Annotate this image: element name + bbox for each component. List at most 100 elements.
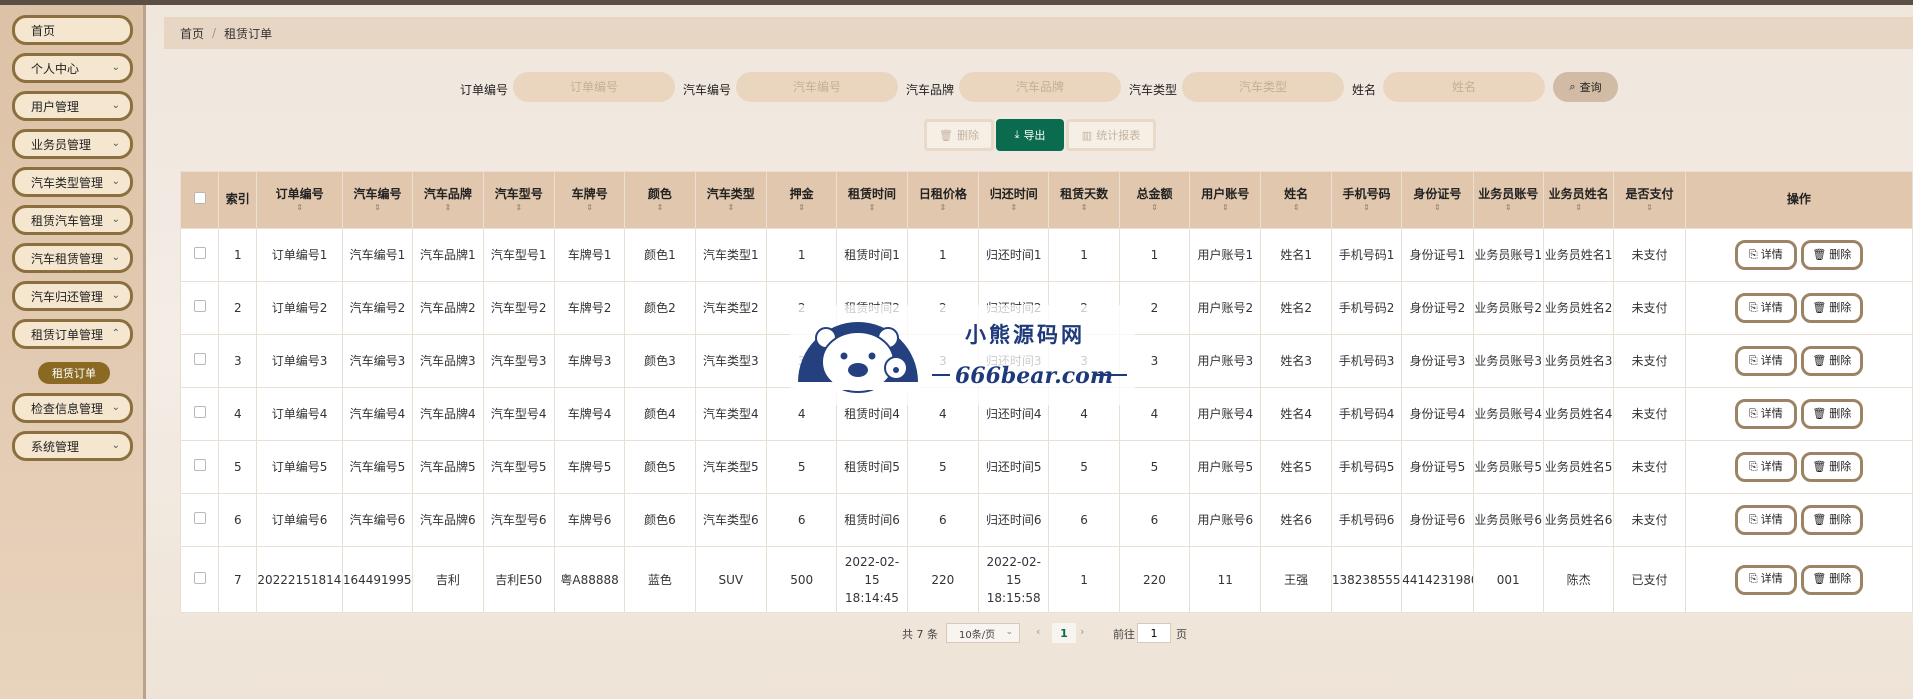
goto-page-input[interactable] — [1137, 623, 1171, 643]
sidebar-item-home[interactable]: 首页 — [12, 15, 133, 45]
column-header[interactable]: 车牌号 ⇕ — [553, 171, 626, 229]
sort-icon[interactable]: ⇕ — [1332, 203, 1400, 213]
column-header[interactable]: 操作 — [1684, 171, 1913, 229]
sort-icon[interactable]: ⇕ — [696, 203, 765, 213]
row-checkbox[interactable] — [193, 247, 206, 259]
row-delete-button[interactable]: 🗑 删除 — [1800, 240, 1863, 270]
breadcrumb-home[interactable]: 首页 — [180, 25, 204, 42]
sort-icon[interactable]: ⇕ — [258, 203, 341, 213]
trash-icon: 🗑 — [1812, 353, 1827, 367]
row-checkbox[interactable] — [193, 571, 206, 584]
sort-icon[interactable]: ⇕ — [555, 203, 623, 213]
sidebar-item-car-type[interactable]: 汽车类型管理 ⌄ — [12, 167, 133, 197]
sort-icon[interactable]: ⇕ — [1050, 203, 1118, 213]
document-icon: ⎘ — [1748, 247, 1758, 261]
row-checkbox[interactable] — [193, 406, 206, 418]
table-cell: 订单编号1 — [256, 228, 343, 282]
row-detail-button[interactable]: ⎘ 详情 — [1734, 240, 1797, 270]
column-header-label: 总金额 — [1136, 187, 1173, 201]
page-number-current[interactable]: 1 — [1052, 623, 1076, 643]
name-input[interactable] — [1383, 72, 1545, 102]
column-header[interactable]: 总金额 ⇕ — [1118, 171, 1191, 229]
row-delete-button[interactable]: 🗑 删除 — [1800, 564, 1863, 595]
chevron-down-icon: ⌄ — [111, 214, 120, 225]
sort-icon[interactable]: ⇕ — [626, 203, 694, 213]
row-delete-button[interactable]: 🗑 删除 — [1800, 293, 1863, 323]
sort-icon[interactable]: ⇕ — [1262, 203, 1330, 213]
row-checkbox[interactable] — [193, 300, 206, 312]
sidebar-item-salesman[interactable]: 业务员管理 ⌄ — [12, 129, 133, 159]
column-header[interactable]: 是否支付 ⇕ — [1613, 171, 1686, 229]
row-checkbox[interactable] — [193, 459, 206, 471]
row-delete-button[interactable]: 🗑 删除 — [1800, 505, 1863, 535]
car-brand-input[interactable] — [959, 72, 1121, 102]
sort-icon[interactable]: ⇕ — [767, 203, 835, 213]
sort-icon[interactable]: ⇕ — [414, 203, 482, 213]
next-page-button[interactable]: › — [1080, 625, 1084, 638]
column-header[interactable]: 手机号码 ⇕ — [1330, 171, 1403, 229]
sort-icon[interactable]: ⇕ — [1403, 203, 1472, 213]
column-header[interactable]: 租赁时间 ⇕ — [836, 171, 908, 229]
batch-delete-button[interactable]: 🗑 删除 — [924, 119, 994, 151]
column-header[interactable]: 归还时间 ⇕ — [978, 171, 1050, 229]
query-button[interactable]: ⌕ 查询 — [1553, 72, 1618, 102]
column-header[interactable]: 身份证号 ⇕ — [1401, 171, 1474, 229]
column-header[interactable]: 日租价格 ⇕ — [906, 171, 980, 229]
column-header[interactable]: 业务员姓名 ⇕ — [1542, 171, 1615, 229]
prev-page-button[interactable]: ‹ — [1036, 625, 1050, 638]
row-detail-button[interactable]: ⎘ 详情 — [1734, 505, 1797, 535]
sort-icon[interactable]: ⇕ — [838, 203, 906, 213]
row-detail-button[interactable]: ⎘ 详情 — [1734, 452, 1797, 482]
column-header[interactable]: 用户账号 ⇕ — [1189, 171, 1262, 229]
column-header[interactable]: 汽车编号 ⇕ — [341, 171, 414, 229]
column-header[interactable]: 汽车类型 ⇕ — [694, 171, 767, 229]
sort-icon[interactable]: ⇕ — [980, 203, 1048, 213]
sort-icon[interactable]: ⇕ — [1474, 203, 1542, 213]
column-header[interactable]: 颜色 ⇕ — [624, 171, 696, 229]
row-select-cell — [179, 387, 220, 441]
row-delete-button[interactable]: 🗑 删除 — [1800, 399, 1863, 429]
order-no-input[interactable] — [513, 72, 675, 102]
column-header[interactable]: 押金 ⇕ — [765, 171, 838, 229]
sidebar-item-car-return[interactable]: 汽车归还管理 ⌄ — [12, 281, 133, 311]
table-cell: 手机号码2 — [1330, 281, 1403, 335]
sort-icon[interactable]: ⇕ — [343, 203, 411, 213]
column-header[interactable]: 索引 — [218, 171, 258, 229]
row-detail-button[interactable]: ⎘ 详情 — [1734, 293, 1797, 323]
row-detail-button[interactable]: ⎘ 详情 — [1734, 564, 1797, 595]
row-detail-button[interactable]: ⎘ 详情 — [1734, 399, 1797, 429]
column-header[interactable]: 汽车品牌 ⇕ — [412, 171, 484, 229]
report-button[interactable]: ▥ 统计报表 — [1066, 119, 1156, 151]
page-size-select[interactable]: 10条/页 ⌄ — [946, 623, 1020, 643]
sidebar-item-label: 首页 — [31, 23, 56, 38]
sidebar-item-rental-orders[interactable]: 租赁订单管理 ⌃ — [12, 319, 133, 349]
select-all-checkbox[interactable] — [193, 191, 206, 204]
car-no-input[interactable] — [736, 72, 898, 102]
sidebar-item-inspection[interactable]: 检查信息管理 ⌄ — [12, 393, 133, 423]
row-detail-label: 详情 — [1760, 300, 1783, 314]
row-delete-button[interactable]: 🗑 删除 — [1800, 346, 1863, 376]
export-button[interactable]: ⤓ 导出 — [996, 119, 1064, 151]
sort-icon[interactable]: ⇕ — [908, 203, 977, 213]
sort-icon[interactable]: ⇕ — [1544, 203, 1612, 213]
column-header[interactable]: 租赁天数 ⇕ — [1048, 171, 1120, 229]
column-header-label: 索引 — [225, 192, 250, 207]
sort-icon[interactable]: ⇕ — [1615, 203, 1684, 213]
row-checkbox[interactable] — [193, 353, 206, 365]
sidebar-subitem-rental-order[interactable]: 租赁订单 — [38, 362, 110, 384]
row-checkbox[interactable] — [193, 512, 206, 524]
sidebar-item-rental-car[interactable]: 租赁汽车管理 ⌄ — [12, 205, 133, 235]
column-header[interactable]: 姓名 ⇕ — [1260, 171, 1332, 229]
sidebar-item-system[interactable]: 系统管理 ⌄ — [12, 431, 133, 461]
sort-icon[interactable]: ⇕ — [484, 203, 553, 213]
row-delete-button[interactable]: 🗑 删除 — [1800, 452, 1863, 482]
column-header[interactable]: 订单编号 ⇕ — [256, 171, 343, 229]
row-detail-button[interactable]: ⎘ 详情 — [1734, 346, 1797, 376]
column-header[interactable]: 业务员账号 ⇕ — [1472, 171, 1544, 229]
sidebar-item-car-rental[interactable]: 汽车租赁管理 ⌄ — [12, 243, 133, 273]
column-header[interactable]: 汽车型号 ⇕ — [482, 171, 555, 229]
sort-icon[interactable]: ⇕ — [1191, 203, 1260, 213]
row-delete-label: 删除 — [1829, 406, 1852, 420]
car-type-input[interactable] — [1182, 72, 1344, 102]
sort-icon[interactable]: ⇕ — [1120, 203, 1188, 213]
